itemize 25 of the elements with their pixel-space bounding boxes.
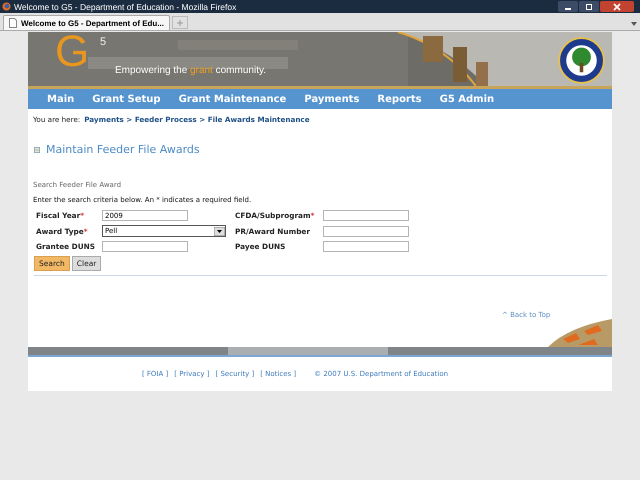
maximize-icon[interactable] — [579, 1, 599, 12]
browser-tab[interactable]: Welcome to G5 - Department of Edu... — [3, 15, 170, 30]
logo-superscript: 5 — [100, 36, 106, 48]
page-icon — [9, 18, 17, 28]
seal-icon — [558, 37, 605, 84]
collapse-icon[interactable] — [34, 146, 40, 152]
minimize-icon[interactable] — [558, 1, 578, 12]
nav-link[interactable]: Reports — [377, 94, 422, 104]
close-icon[interactable] — [600, 1, 634, 12]
input-field[interactable] — [323, 226, 409, 236]
input-field[interactable] — [102, 241, 188, 252]
nav-link[interactable]: Payments — [304, 94, 360, 104]
tagline: Empowering the grant community. — [115, 65, 266, 76]
page-heading: Maintain Feeder File Awards — [46, 143, 200, 156]
nav-link[interactable]: Grant Setup — [92, 94, 161, 104]
nav-link[interactable]: Grant Maintenance — [178, 94, 286, 104]
window-title: Welcome to G5 - Department of Education - Mozilla Firefox — [14, 2, 238, 12]
nav-link[interactable]: Main — [47, 94, 74, 104]
logo-letter: G — [55, 32, 90, 74]
input-field[interactable] — [323, 241, 409, 252]
nav-link[interactable]: G5 Admin — [440, 94, 494, 104]
input-field[interactable] — [323, 210, 409, 221]
browser-icon — [2, 2, 11, 11]
dropdown-arrow-icon[interactable] — [214, 226, 225, 236]
new-tab-icon[interactable] — [172, 16, 188, 29]
